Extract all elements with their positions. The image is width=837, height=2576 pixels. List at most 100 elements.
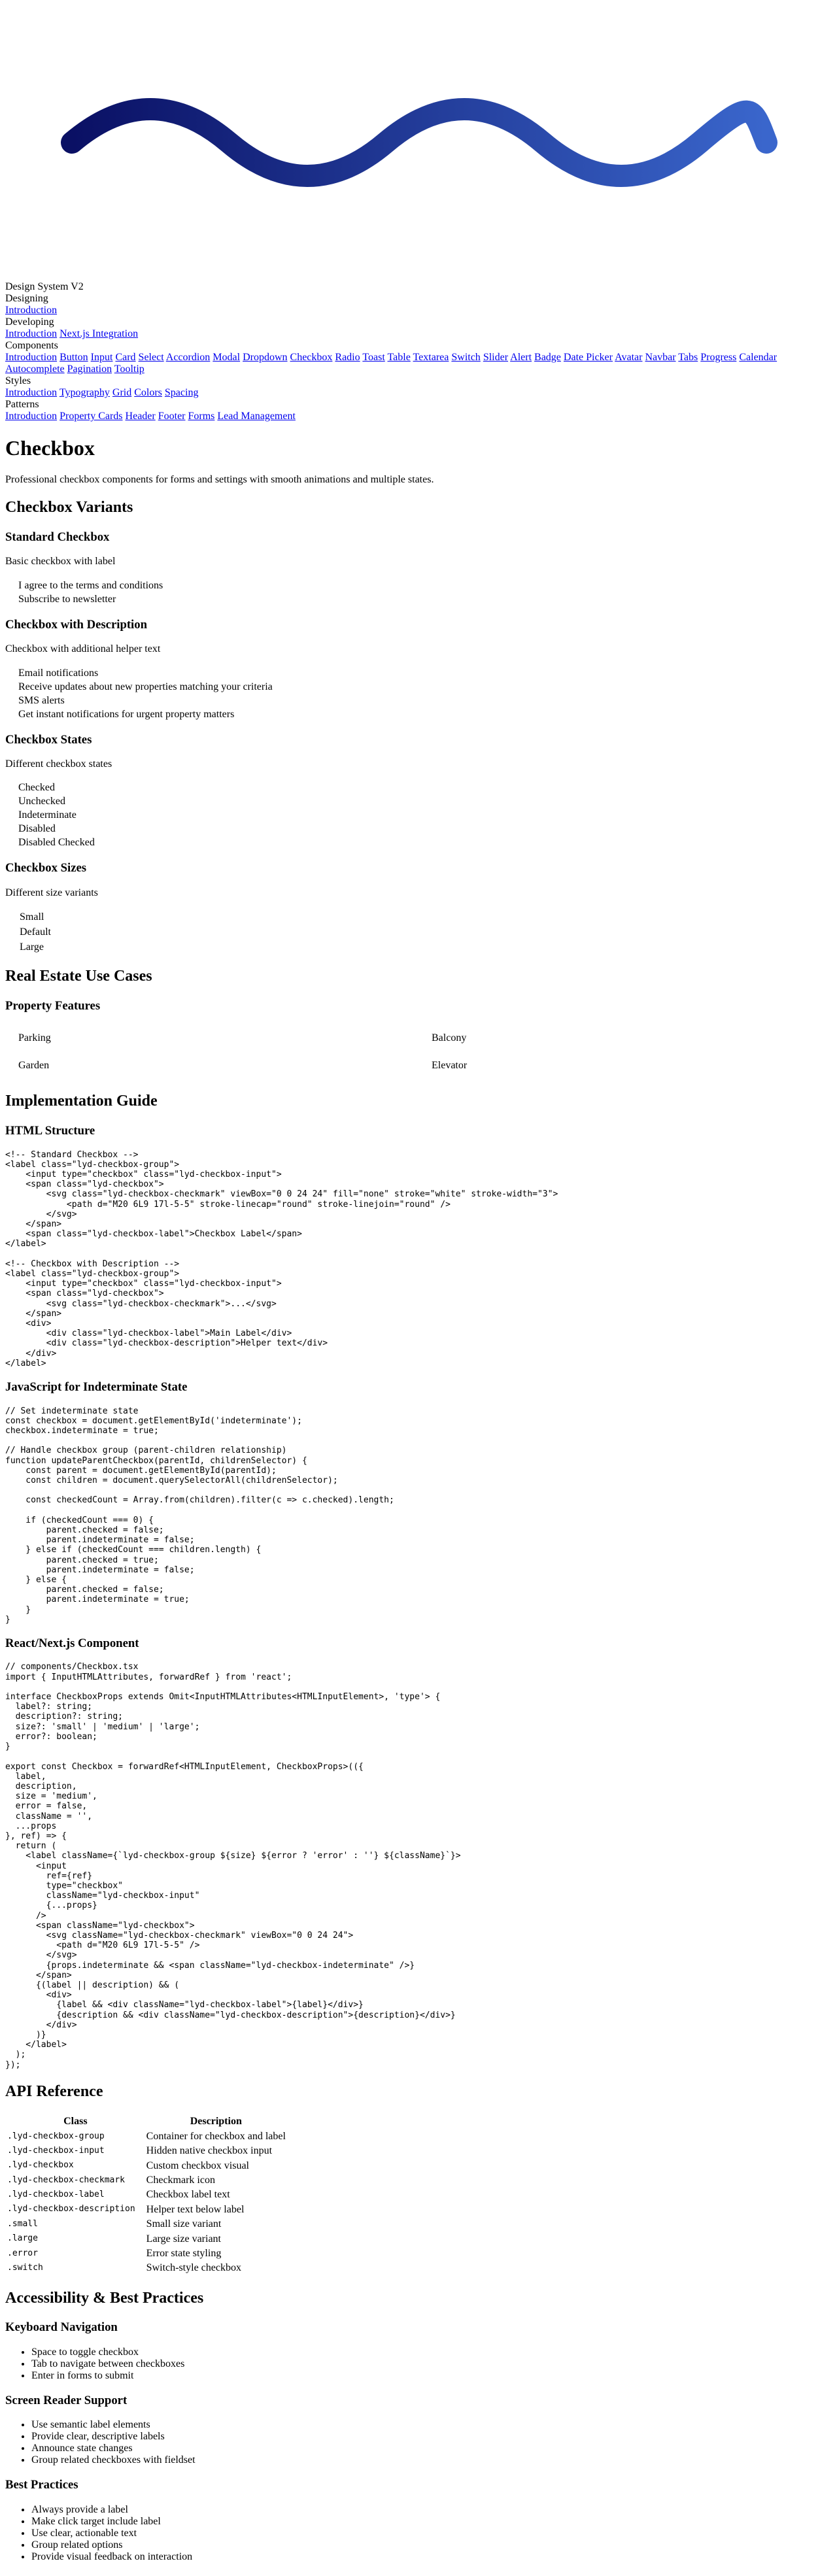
nav-links-patterns: Introduction Property Cards Header Foote…	[5, 411, 832, 422]
nav-link-modal[interactable]: Modal	[213, 352, 240, 363]
list-item: Tab to navigate between checkboxes	[31, 2358, 832, 2370]
desc-cell: Hidden native checkbox input	[146, 2145, 273, 2157]
nav-link-badge[interactable]: Badge	[534, 352, 561, 363]
nav-link-radio[interactable]: Radio	[335, 352, 360, 363]
nav-link-button[interactable]: Button	[60, 352, 88, 363]
list-item: Group related checkboxes with fieldset	[31, 2454, 832, 2466]
checkbox-checked[interactable]: Checked	[18, 781, 832, 794]
desc-cell: Checkbox label text	[146, 2189, 230, 2201]
desc-cell: Large size variant	[146, 2233, 221, 2245]
nav-links-designing: Introduction	[5, 305, 832, 316]
checkbox-default[interactable]: Default	[20, 924, 832, 940]
nav-link-tabs[interactable]: Tabs	[678, 352, 698, 363]
nav-link-patterns-introduction[interactable]: Introduction	[5, 411, 57, 422]
checkbox-sms-alerts[interactable]: SMS alerts	[18, 694, 832, 707]
nav-link-colors[interactable]: Colors	[134, 387, 162, 398]
sizes-checkbox-title: Checkbox Sizes	[5, 861, 87, 875]
list-item: Announce state changes	[31, 2443, 832, 2454]
checkbox-large[interactable]: Large	[20, 940, 832, 955]
nav-links-developing: Introduction Next.js Integration	[5, 328, 832, 340]
nav-link-checkbox[interactable]: Checkbox	[290, 352, 333, 363]
nav-link-date-picker[interactable]: Date Picker	[564, 352, 613, 363]
nav-link-accordion[interactable]: Accordion	[166, 352, 211, 363]
nav-link-slider[interactable]: Slider	[483, 352, 508, 363]
checkbox-terms[interactable]: I agree to the terms and conditions	[18, 579, 832, 592]
nav-link-card[interactable]: Card	[115, 352, 135, 363]
nav-link-components-introduction[interactable]: Introduction	[5, 352, 57, 363]
list-item: Group related options	[31, 2539, 832, 2551]
checkbox-indeterminate[interactable]: Indeterminate	[18, 808, 832, 822]
checkbox-unchecked[interactable]: Unchecked	[18, 794, 832, 808]
nav-link-property-cards[interactable]: Property Cards	[60, 411, 122, 422]
nav-link-autocomplete[interactable]: Autocomplete	[5, 364, 65, 375]
checkbox-email-notifications[interactable]: Email notifications	[18, 666, 832, 680]
nav-link-header[interactable]: Header	[126, 411, 156, 422]
nav-link-lead-management[interactable]: Lead Management	[217, 411, 296, 422]
nav-link-grid[interactable]: Grid	[112, 387, 131, 398]
feature-elevator[interactable]: Elevator	[418, 1052, 832, 1079]
nav-link-forms[interactable]: Forms	[188, 411, 215, 422]
nav-link-footer[interactable]: Footer	[158, 411, 186, 422]
checkbox-description: Get instant notifications for urgent pro…	[18, 708, 235, 720]
implementation-heading: Implementation Guide	[5, 1093, 158, 1110]
nav-link-toast[interactable]: Toast	[362, 352, 384, 363]
class-cell: .error	[7, 2248, 38, 2258]
nav-link-alert[interactable]: Alert	[510, 352, 532, 363]
nav-link-input[interactable]: Input	[91, 352, 113, 363]
nav-link-pagination[interactable]: Pagination	[67, 364, 112, 375]
table-row: .large Large size variant	[7, 2233, 286, 2246]
screen-reader-title: Screen Reader Support	[5, 2393, 128, 2407]
desc-cell: Error state styling	[146, 2247, 222, 2259]
standard-checkbox-desc: Basic checkbox with label	[5, 556, 116, 568]
states-checkbox-title: Checkbox States	[5, 732, 92, 747]
list-item: Provide visual feedback on interaction	[31, 2551, 832, 2563]
table-row: .switch Switch-style checkbox	[7, 2262, 286, 2275]
nav-links-styles: Introduction Typography Grid Colors Spac…	[5, 387, 832, 399]
col-class-header: Class	[63, 2116, 88, 2127]
list-item: Always provide a label	[31, 2504, 832, 2516]
property-features-grid: Parking Balcony Garden Elevator	[5, 1025, 832, 1079]
nav-link-switch[interactable]: Switch	[451, 352, 480, 363]
checkbox-small[interactable]: Small	[20, 909, 832, 924]
nav-link-progress[interactable]: Progress	[700, 352, 736, 363]
nav-link-navbar[interactable]: Navbar	[645, 352, 675, 363]
nav-link-dropdown[interactable]: Dropdown	[243, 352, 287, 363]
desc-cell: Small size variant	[146, 2218, 222, 2230]
feature-garden[interactable]: Garden	[5, 1052, 418, 1079]
nav-link-select[interactable]: Select	[139, 352, 164, 363]
keyboard-nav-title: Keyboard Navigation	[5, 2320, 118, 2335]
desc-checkbox-title: Checkbox with Description	[5, 617, 147, 632]
api-heading: API Reference	[5, 2082, 103, 2100]
states-checkbox-desc: Different checkbox states	[5, 758, 112, 770]
nav-link-designing-introduction[interactable]: Introduction	[5, 305, 57, 316]
class-cell: .small	[7, 2218, 38, 2229]
table-row: .lyd-checkbox-checkmark Checkmark icon	[7, 2174, 286, 2187]
nav-link-textarea[interactable]: Textarea	[413, 352, 449, 363]
list-item: Use semantic label elements	[31, 2419, 832, 2431]
sizes-checkbox-list: Small Default Large	[5, 909, 832, 955]
nav-link-typography[interactable]: Typography	[60, 387, 110, 398]
nav-link-avatar[interactable]: Avatar	[615, 352, 642, 363]
desc-cell: Checkmark icon	[146, 2174, 215, 2186]
standard-checkbox-title: Standard Checkbox	[5, 530, 110, 544]
nav-link-developing-introduction[interactable]: Introduction	[5, 328, 57, 339]
feature-parking[interactable]: Parking	[5, 1025, 418, 1052]
table-row: .lyd-checkbox-label Checkbox label text	[7, 2188, 286, 2201]
nav-link-styles-introduction[interactable]: Introduction	[5, 387, 57, 398]
nav-link-table[interactable]: Table	[387, 352, 410, 363]
desc-cell: Switch-style checkbox	[146, 2262, 241, 2274]
a11y-heading: Accessibility & Best Practices	[5, 2289, 204, 2307]
states-checkbox-list: Checked Unchecked Indeterminate Disabled…	[18, 781, 832, 849]
standard-checkbox-list: I agree to the terms and conditions Subs…	[18, 579, 832, 606]
nav-link-spacing[interactable]: Spacing	[165, 387, 199, 398]
checkbox-newsletter[interactable]: Subscribe to newsletter	[18, 592, 832, 606]
nav-link-calendar[interactable]: Calendar	[739, 352, 777, 363]
feature-balcony[interactable]: Balcony	[418, 1025, 832, 1052]
best-practices-list: Always provide a label Make click target…	[5, 2504, 832, 2563]
table-row: .error Error state styling	[7, 2247, 286, 2260]
nav-section-patterns: Patterns	[5, 399, 39, 410]
html-structure-title: HTML Structure	[5, 1124, 95, 1138]
list-item: Provide clear, descriptive labels	[31, 2431, 832, 2443]
nav-link-tooltip[interactable]: Tooltip	[114, 364, 145, 375]
nav-link-nextjs-integration[interactable]: Next.js Integration	[60, 328, 138, 339]
